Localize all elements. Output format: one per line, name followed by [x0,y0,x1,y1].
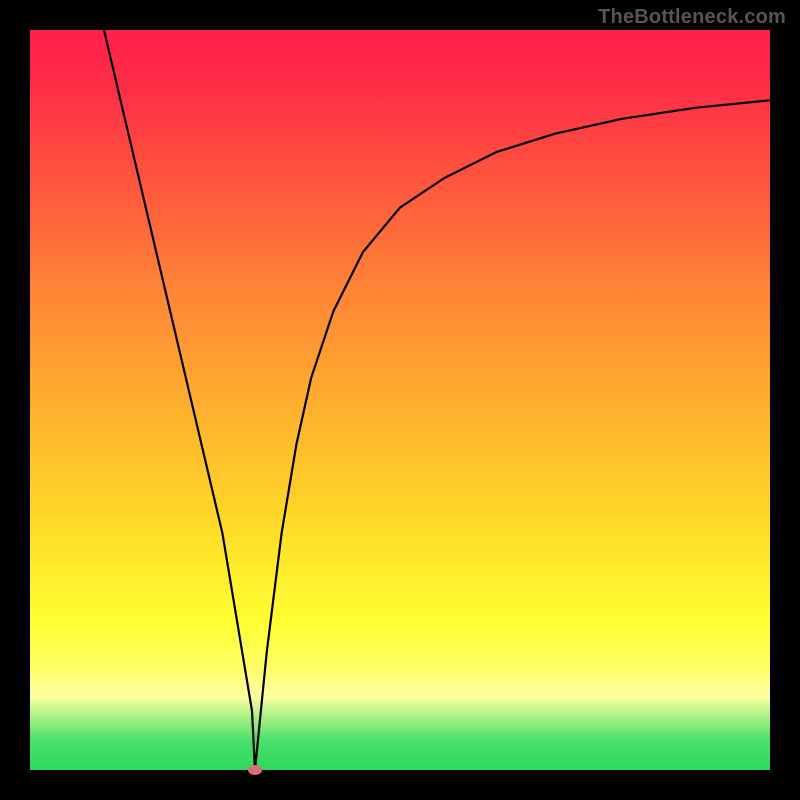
chart-frame: TheBottleneck.com [0,0,800,800]
minimum-marker [248,765,262,775]
curve-svg [30,30,770,770]
watermark-text: TheBottleneck.com [598,6,786,29]
plot-area [30,30,770,770]
curve-path [104,30,770,770]
